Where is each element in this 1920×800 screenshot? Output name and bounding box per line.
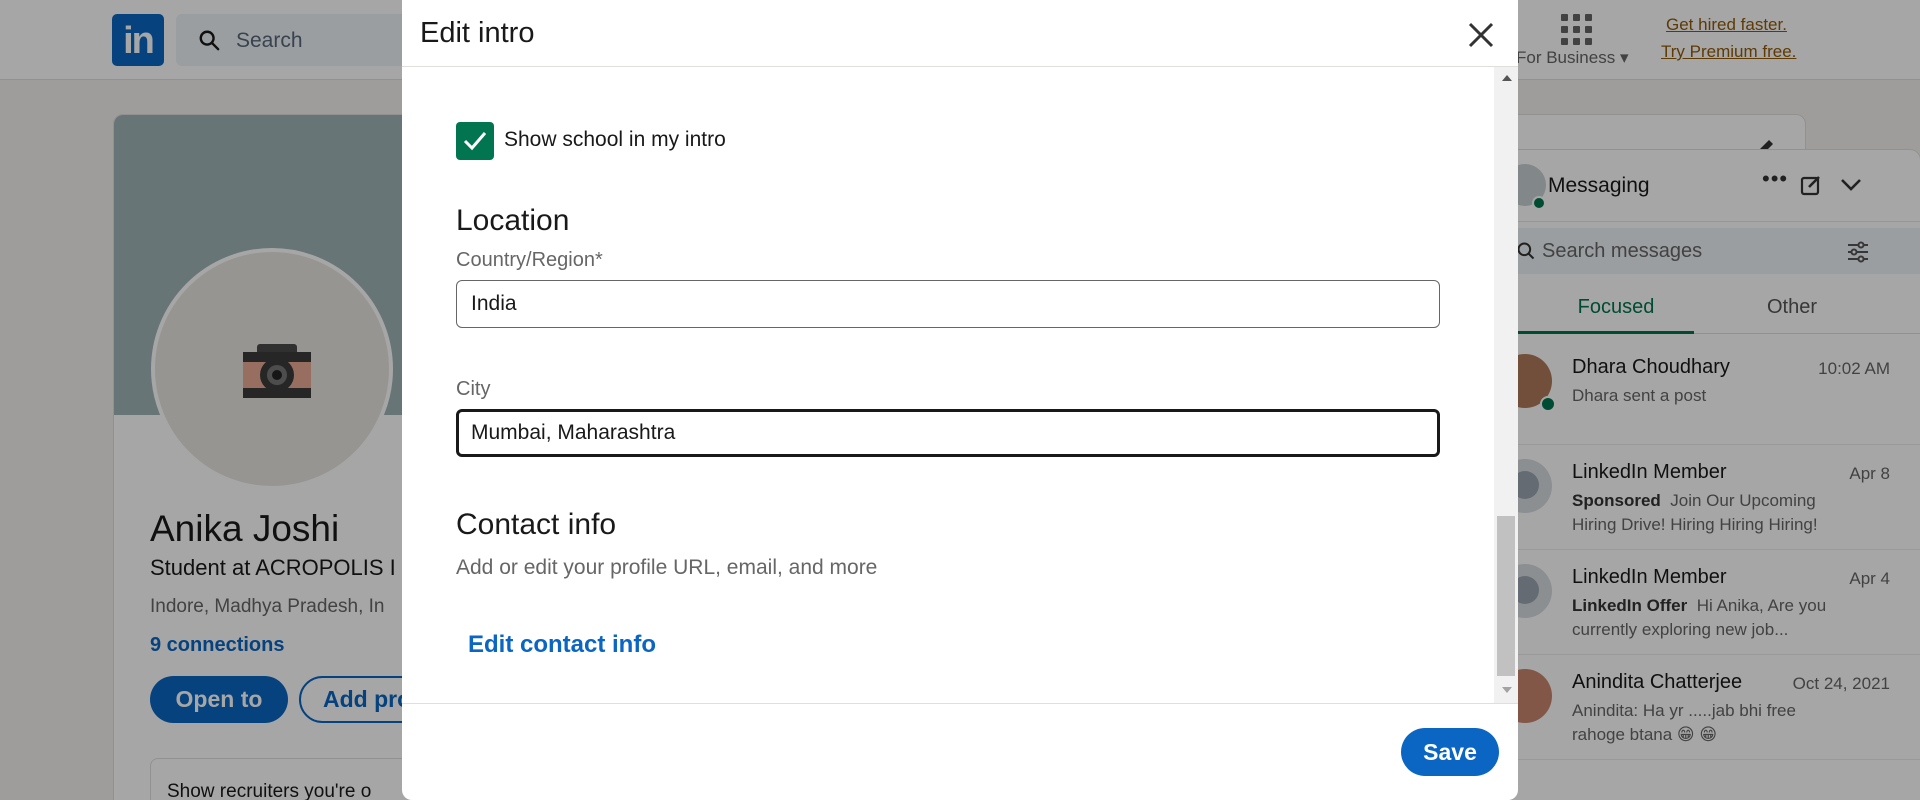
show-school-label[interactable]: Show school in my intro [504,128,726,152]
edit-contact-info-link[interactable]: Edit contact info [468,631,656,659]
dialog-footer: Save [402,703,1518,800]
country-field[interactable] [456,280,1440,328]
city-label: City [456,378,491,400]
dialog-header: Edit intro [402,0,1518,67]
country-label: Country/Region* [456,249,603,271]
dialog-scrollbar[interactable] [1494,67,1518,703]
dialog-body: Show school in my intro Location Country… [402,67,1494,703]
checkmark-icon [463,132,487,151]
scrollbar-thumb[interactable] [1497,516,1515,676]
scroll-down-arrow-icon[interactable] [1502,687,1512,693]
contact-info-description: Add or edit your profile URL, email, and… [456,556,878,579]
city-field[interactable] [456,409,1440,457]
scroll-up-arrow-icon[interactable] [1502,75,1512,81]
dialog-title: Edit intro [420,17,535,49]
close-icon[interactable] [1466,20,1496,50]
location-heading: Location [456,204,570,237]
show-school-checkbox[interactable] [456,122,494,160]
edit-intro-dialog: Edit intro Show school in my intro Locat… [402,0,1518,800]
contact-info-heading: Contact info [456,508,617,541]
save-button[interactable]: Save [1401,728,1499,776]
